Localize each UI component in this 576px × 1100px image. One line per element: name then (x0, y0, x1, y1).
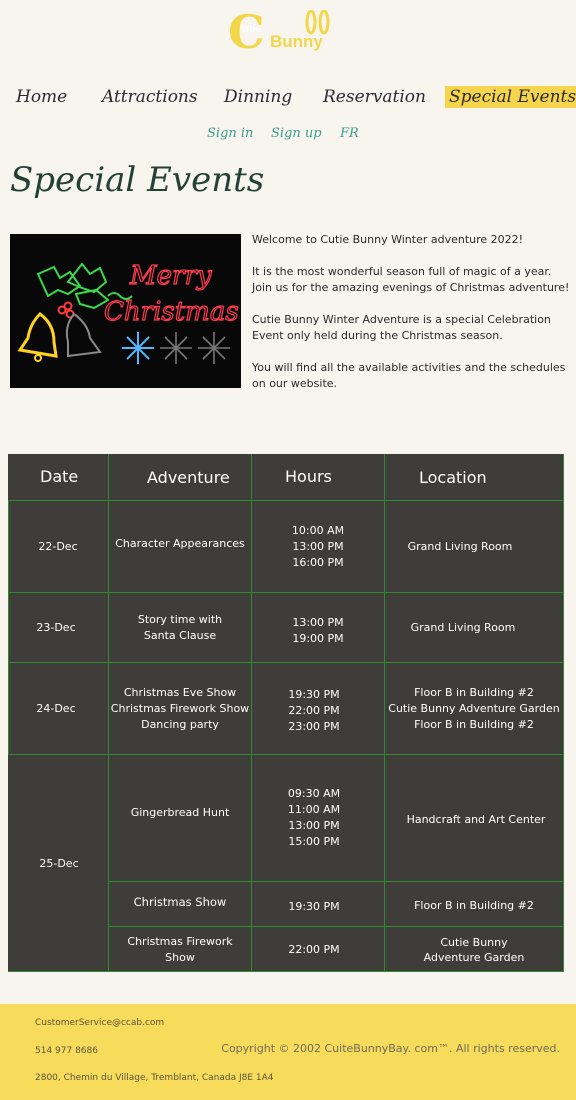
holly-icon (36, 262, 110, 310)
location-cell: Grand Living Room (410, 620, 516, 634)
adventure-cell: Story time with Santa Clause (109, 593, 251, 662)
adventure-cell: Gingerbread Hunt (130, 806, 230, 819)
hour: 23:00 PM (288, 719, 340, 733)
hours-cell: 13:00 PM 19:00 PM (252, 593, 384, 662)
date-cell: 22-Dec (38, 539, 78, 553)
adventure-line: Santa Clause (143, 628, 217, 642)
location-cell: Floor B in Building #2 (414, 899, 534, 912)
hour: 15:00 PM (288, 835, 340, 848)
location-line: Floor B in Building #2 (414, 685, 534, 699)
nav-home[interactable]: Home (16, 86, 67, 108)
language-link[interactable]: FR (340, 126, 359, 141)
adventure-cell: Christmas Firework Show (109, 927, 251, 972)
location-cell: Cutie Bunny Adventure Garden (385, 927, 563, 972)
location-line: Cutie Bunny Adventure Garden (388, 701, 560, 715)
intro-paragraph: Cutie Bunny Winter Adventure is a specia… (252, 313, 551, 342)
snowflake-gray-icon (160, 332, 192, 364)
nav-dinning[interactable]: Dinning (224, 86, 292, 108)
location-cell: Floor B in Building #2 Cutie Bunny Adven… (385, 663, 563, 754)
hour: 16:00 PM (292, 555, 344, 569)
location-line: Cutie Bunny (440, 935, 508, 949)
intro-text: Welcome to Cutie Bunny Winter adventure … (252, 232, 570, 408)
adventure-cell: Character Appearances (115, 537, 245, 550)
logo-cutie-text: utie (242, 23, 262, 35)
adventure-line: Christmas Firework (127, 934, 233, 948)
sign-up-link[interactable]: Sign up (271, 126, 322, 141)
hours-cell: 09:30 AM 11:00 AM 13:00 PM 15:00 PM (252, 755, 376, 881)
hour: 11:00 AM (287, 803, 341, 816)
header-date: Date (40, 467, 79, 486)
adventure-line: Christmas Eve Show (123, 685, 237, 699)
christmas-banner-image: Merry Christmas (10, 234, 241, 388)
nav-reservation[interactable]: Reservation (323, 86, 426, 108)
hour: 10:00 AM (291, 523, 345, 537)
footer-email[interactable]: CustomerService@ccab.com (35, 1018, 164, 1028)
bell-gray-icon (65, 312, 102, 358)
hours-cell: 22:00 PM (288, 942, 340, 956)
intro-paragraph: Welcome to Cutie Bunny Winter adventure … (252, 233, 524, 246)
bell-yellow-icon (17, 312, 58, 358)
christmas-text: Christmas (104, 297, 239, 327)
footer-copyright: Copyright © 2002 CuiteBunnyBay. com™. Al… (221, 1042, 560, 1055)
hour: 13:00 PM (292, 539, 344, 553)
adventure-line: Dancing party (141, 717, 219, 731)
bunny-ears-icon (305, 10, 330, 35)
adventure-line: Show (165, 950, 195, 964)
date-cell: 24-Dec (36, 701, 76, 715)
berries-icon (57, 301, 75, 319)
merry-text: Merry (129, 261, 212, 291)
hour: 19:30 PM (288, 687, 340, 701)
location-cell: Handcraft and Art Center (406, 813, 546, 826)
footer: CustomerService@ccab.com 514 977 8686 28… (0, 1004, 576, 1100)
date-cell: 25-Dec (39, 856, 79, 870)
page-title: Special Events (10, 160, 265, 200)
schedule-table: Date Adventure Hours Location 22-Dec Cha… (8, 454, 564, 972)
intro-paragraph: You will find all the available activiti… (252, 361, 566, 390)
hours-cell: 10:00 AM 13:00 PM 16:00 PM (252, 501, 384, 592)
snowflake-gray-icon (198, 332, 230, 364)
footer-phone: 514 977 8686 (35, 1046, 98, 1056)
footer-address: 2800, Chemin du Village, Tremblant, Cana… (35, 1073, 274, 1083)
hour: 13:00 PM (288, 819, 340, 832)
hour: 09:30 AM (287, 787, 341, 800)
location-line: Floor B in Building #2 (414, 717, 534, 731)
location-line: Adventure Garden (423, 950, 525, 964)
intro-paragraph: It is the most wonderful season full of … (252, 265, 570, 294)
hours-cell: 19:30 PM 22:00 PM 23:00 PM (252, 663, 376, 754)
hour: 13:00 PM (292, 615, 344, 629)
date-cell: 23-Dec (36, 620, 76, 634)
location-cell: Grand Living Room (407, 539, 513, 553)
sign-in-link[interactable]: Sign in (207, 126, 253, 141)
adventure-line: Christmas Firework Show (110, 701, 250, 715)
snowflake-blue-icon (122, 332, 154, 364)
logo[interactable]: C utie Bunny (228, 8, 338, 56)
main-nav: Home Attractions Dinning Reservation Spe… (0, 86, 576, 108)
nav-attractions[interactable]: Attractions (102, 86, 198, 108)
header-location: Location (419, 468, 487, 487)
nav-special-events[interactable]: Special Events (445, 86, 576, 108)
adventure-line: Story time with (137, 612, 223, 626)
hour: 19:00 PM (292, 631, 344, 645)
adventure-cell: Christmas Eve Show Christmas Firework Sh… (109, 663, 251, 754)
header-hours: Hours (285, 467, 332, 486)
header-adventure: Adventure (147, 468, 230, 487)
auth-links: Sign in Sign up FR (0, 126, 576, 144)
adventure-cell: Christmas Show (133, 895, 227, 909)
hours-cell: 19:30 PM (288, 900, 340, 913)
hour: 22:00 PM (288, 703, 340, 717)
